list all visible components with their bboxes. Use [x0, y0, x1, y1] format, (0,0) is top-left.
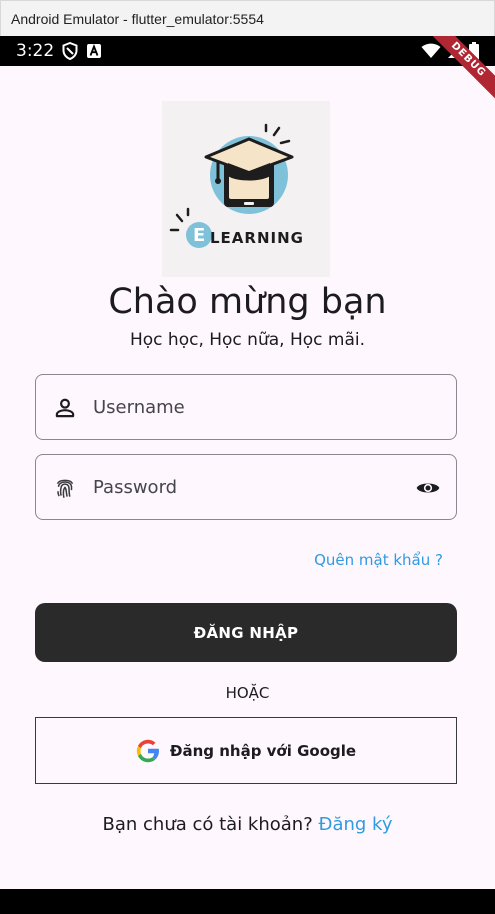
navigation-bar [0, 889, 495, 914]
or-divider-label: HOẶC [225, 684, 270, 702]
username-field[interactable] [35, 374, 457, 440]
shield-icon [62, 42, 78, 60]
signup-link[interactable]: Đăng ký [319, 814, 393, 835]
fingerprint-icon [56, 479, 74, 498]
app-logo: E LEARNING [162, 101, 330, 277]
status-bar: 3:22 [0, 36, 495, 66]
forgot-password-link[interactable]: Quên mật khẩu ? [314, 551, 443, 569]
status-left: 3:22 [16, 41, 102, 61]
google-icon [136, 739, 159, 762]
person-icon [55, 398, 75, 418]
battery-icon [469, 42, 479, 60]
password-input[interactable] [93, 455, 393, 519]
status-right [421, 42, 479, 60]
google-login-label: Đăng nhập với Google [169, 741, 357, 760]
window-title-bar: Android Emulator - flutter_emulator:5554 [0, 0, 495, 36]
login-button[interactable]: ĐĂNG NHẬP [35, 603, 457, 662]
password-field[interactable] [35, 454, 457, 520]
signal-icon [448, 44, 462, 58]
signup-prompt: Bạn chưa có tài khoản? [102, 814, 313, 835]
status-time: 3:22 [16, 41, 55, 61]
graduation-cap-icon [169, 123, 294, 248]
logo-text: LEARNING [210, 229, 304, 247]
wifi-icon [421, 43, 441, 58]
username-input[interactable] [93, 375, 393, 439]
google-login-button[interactable]: Đăng nhập với Google [35, 717, 457, 784]
window-title: Android Emulator - flutter_emulator:5554 [11, 10, 264, 27]
signup-row: Bạn chưa có tài khoản? Đăng ký [0, 814, 495, 835]
a-icon [87, 44, 102, 58]
welcome-title: Chào mừng bạn [108, 282, 387, 322]
welcome-subtitle: Học học, Học nữa, Học mãi. [129, 330, 365, 350]
eye-icon[interactable] [414, 475, 442, 501]
logo-letter: E [193, 225, 206, 246]
